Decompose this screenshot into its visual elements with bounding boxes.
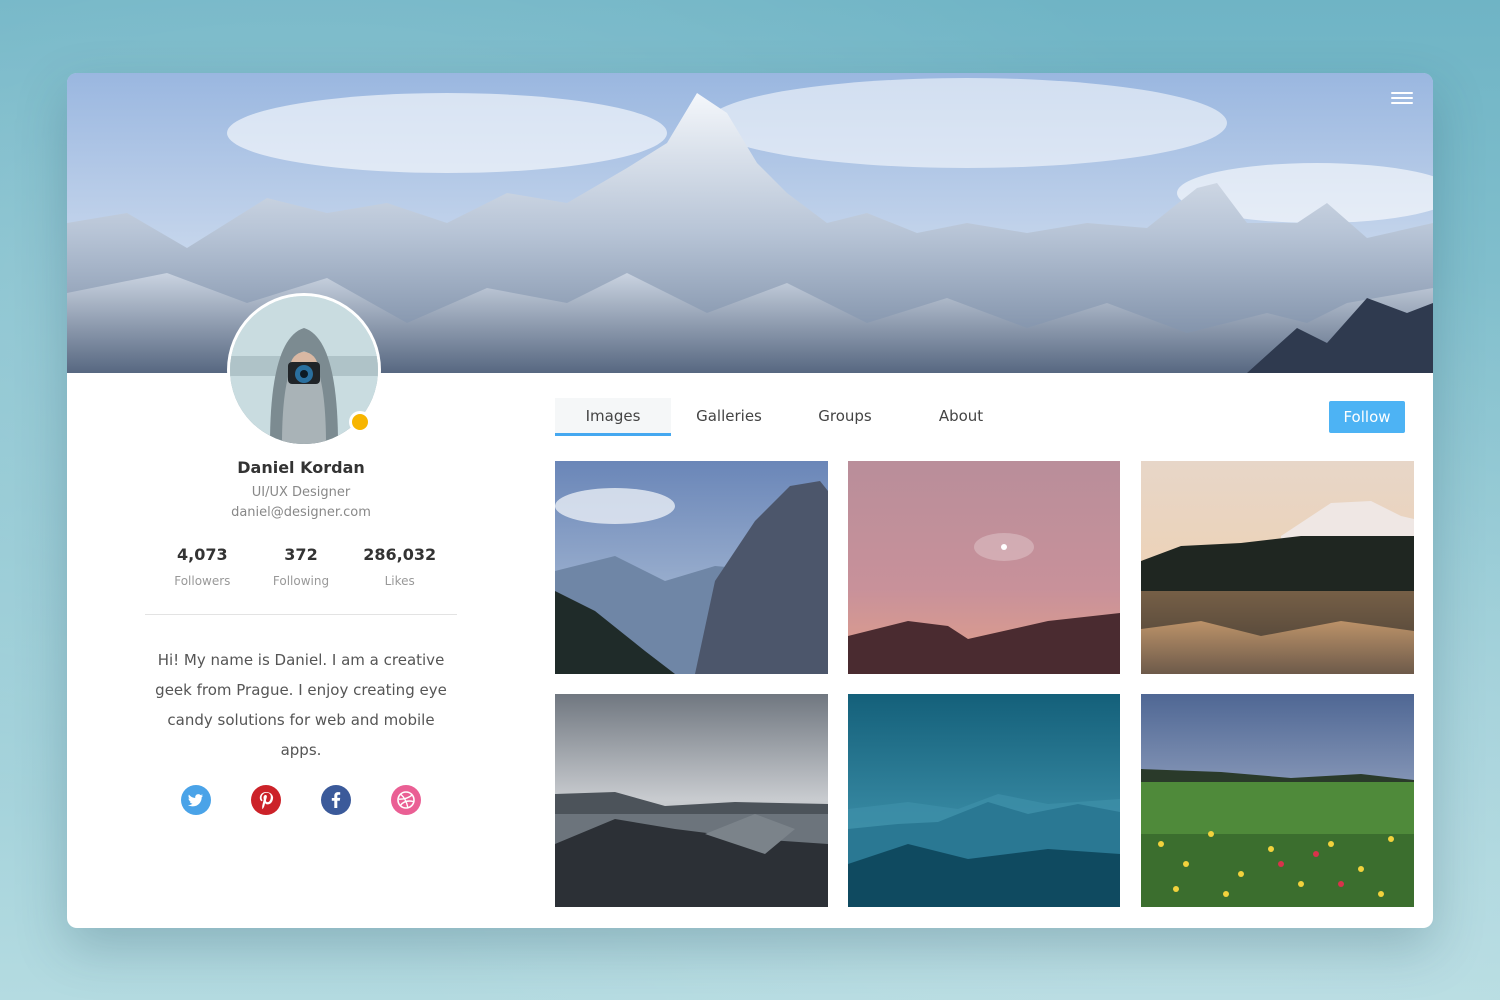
dribbble-icon[interactable] <box>391 785 421 815</box>
social-links <box>145 785 457 815</box>
menu-icon[interactable] <box>1391 89 1413 107</box>
tab-about[interactable]: About <box>903 398 1019 436</box>
profile-role: UI/UX Designer <box>251 485 351 500</box>
profile-name: Daniel Kordan <box>237 458 365 477</box>
profile-card: Daniel Kordan UI/UX Designer daniel@desi… <box>67 73 1433 928</box>
avatar[interactable] <box>227 293 381 447</box>
online-status-icon <box>349 411 371 433</box>
stats: 4,073 Followers 372 Following 286,032 Li… <box>145 545 457 588</box>
stat-value: 4,073 <box>177 545 228 564</box>
follow-button[interactable]: Follow <box>1329 401 1405 433</box>
stat-value: 372 <box>284 545 318 564</box>
gallery-image-blue-hills[interactable] <box>848 694 1121 907</box>
stat-followers[interactable]: 4,073 Followers <box>153 545 252 588</box>
stat-likes[interactable]: 286,032 Likes <box>350 545 449 588</box>
profile-info: Daniel Kordan UI/UX Designer daniel@desi… <box>145 458 457 815</box>
gallery-image-pink-sunset[interactable] <box>848 461 1121 674</box>
profile-tabs: Images Galleries Groups About <box>555 398 1019 436</box>
image-grid <box>555 461 1414 907</box>
gallery-image-lake-reflection[interactable] <box>1141 461 1414 674</box>
stat-value: 286,032 <box>363 545 437 564</box>
tab-groups[interactable]: Groups <box>787 398 903 436</box>
gallery-image-coastal-city[interactable] <box>555 694 828 907</box>
stat-following[interactable]: 372 Following <box>252 545 351 588</box>
stat-label: Followers <box>174 574 231 588</box>
facebook-icon[interactable] <box>321 785 351 815</box>
profile-bio: Hi! My name is Daniel. I am a creative g… <box>155 651 447 759</box>
gallery-image-flower-meadow[interactable] <box>1141 694 1414 907</box>
stat-label: Likes <box>384 574 415 588</box>
tab-images[interactable]: Images <box>555 398 671 436</box>
pinterest-icon[interactable] <box>251 785 281 815</box>
stat-label: Following <box>272 574 330 588</box>
tab-galleries[interactable]: Galleries <box>671 398 787 436</box>
gallery-image-mountain-valley[interactable] <box>555 461 828 674</box>
profile-email[interactable]: daniel@designer.com <box>145 503 457 523</box>
twitter-icon[interactable] <box>181 785 211 815</box>
divider <box>145 614 457 615</box>
